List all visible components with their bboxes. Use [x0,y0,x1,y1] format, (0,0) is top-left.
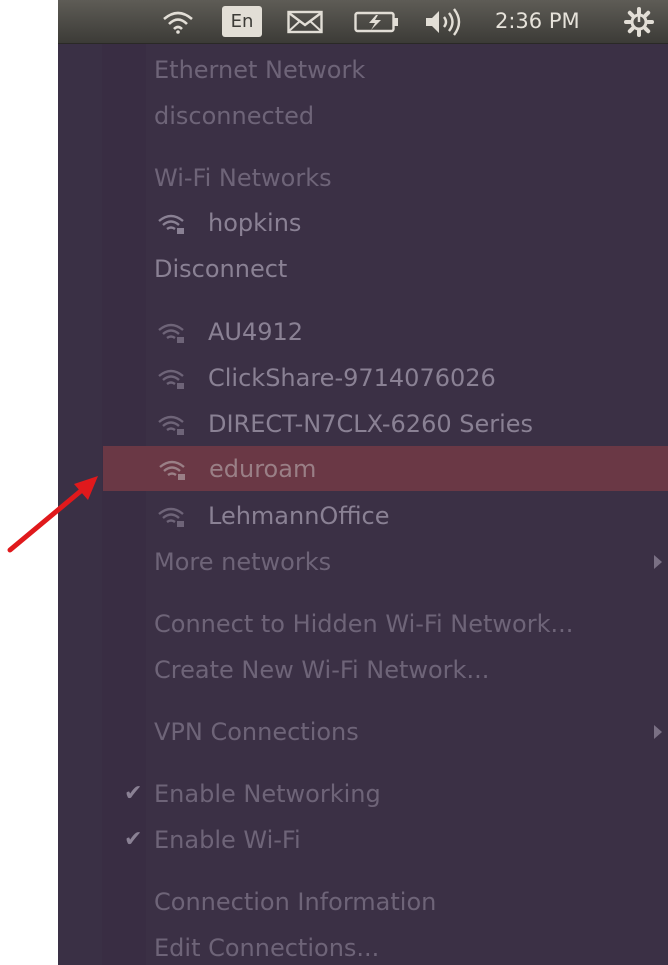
network-item-au4912[interactable]: AU4912 [102,309,668,355]
submenu-arrow-icon [654,555,662,569]
edit-connections-item[interactable]: Edit Connections... [102,925,668,965]
hidden-network-item[interactable]: Connect to Hidden Wi-Fi Network... [102,601,668,647]
network-menu-lower: LehmannOffice More networks Connect to H… [102,491,668,965]
indicator-panel: En 2:36 PM Ethernet Network disconnected… [58,0,668,965]
wifi-header: Wi-Fi Networks [154,164,332,192]
keyboard-layout-indicator[interactable]: En [222,6,262,37]
create-network-item[interactable]: Create New Wi-Fi Network... [102,647,668,693]
network-item-lehmannoffice[interactable]: LehmannOffice [102,493,668,539]
wifi-icon[interactable] [162,0,194,43]
volume-icon[interactable] [424,0,464,43]
more-networks-item[interactable]: More networks [102,539,668,585]
wifi-signal-icon [158,214,184,234]
wifi-signal-icon [158,369,184,389]
checkmark-icon: ✔ [124,827,143,852]
clock[interactable]: 2:36 PM [495,0,580,43]
enable-wifi-item[interactable]: ✔ Enable Wi-Fi [102,817,668,863]
top-panel: En 2:36 PM [58,0,668,44]
wifi-signal-icon [158,507,184,527]
battery-icon[interactable] [354,0,400,43]
vpn-connections-item[interactable]: VPN Connections [102,709,668,755]
network-item-hopkins[interactable]: hopkins [102,200,668,246]
settings-gear-icon[interactable] [624,0,654,43]
enable-networking-item[interactable]: ✔ Enable Networking [102,771,668,817]
ethernet-status: disconnected [154,102,315,130]
disconnect-item[interactable]: Disconnect [102,246,668,292]
mail-icon[interactable] [287,0,323,43]
connection-information-item[interactable]: Connection Information [102,879,668,925]
network-item-eduroam-row: eduroam [103,446,668,492]
submenu-arrow-icon [654,725,662,739]
checkmark-icon: ✔ [124,781,143,806]
red-arrow-pointer [7,476,98,553]
wifi-signal-icon [159,460,185,480]
network-item-eduroam[interactable]: eduroam [103,446,668,491]
network-item-direct[interactable]: DIRECT-N7CLX-6260 Series [102,401,668,447]
wifi-signal-icon [158,415,184,435]
wifi-signal-icon [158,323,184,343]
ethernet-header: Ethernet Network [154,56,366,84]
network-item-clickshare[interactable]: ClickShare-9714076026 [102,355,668,401]
